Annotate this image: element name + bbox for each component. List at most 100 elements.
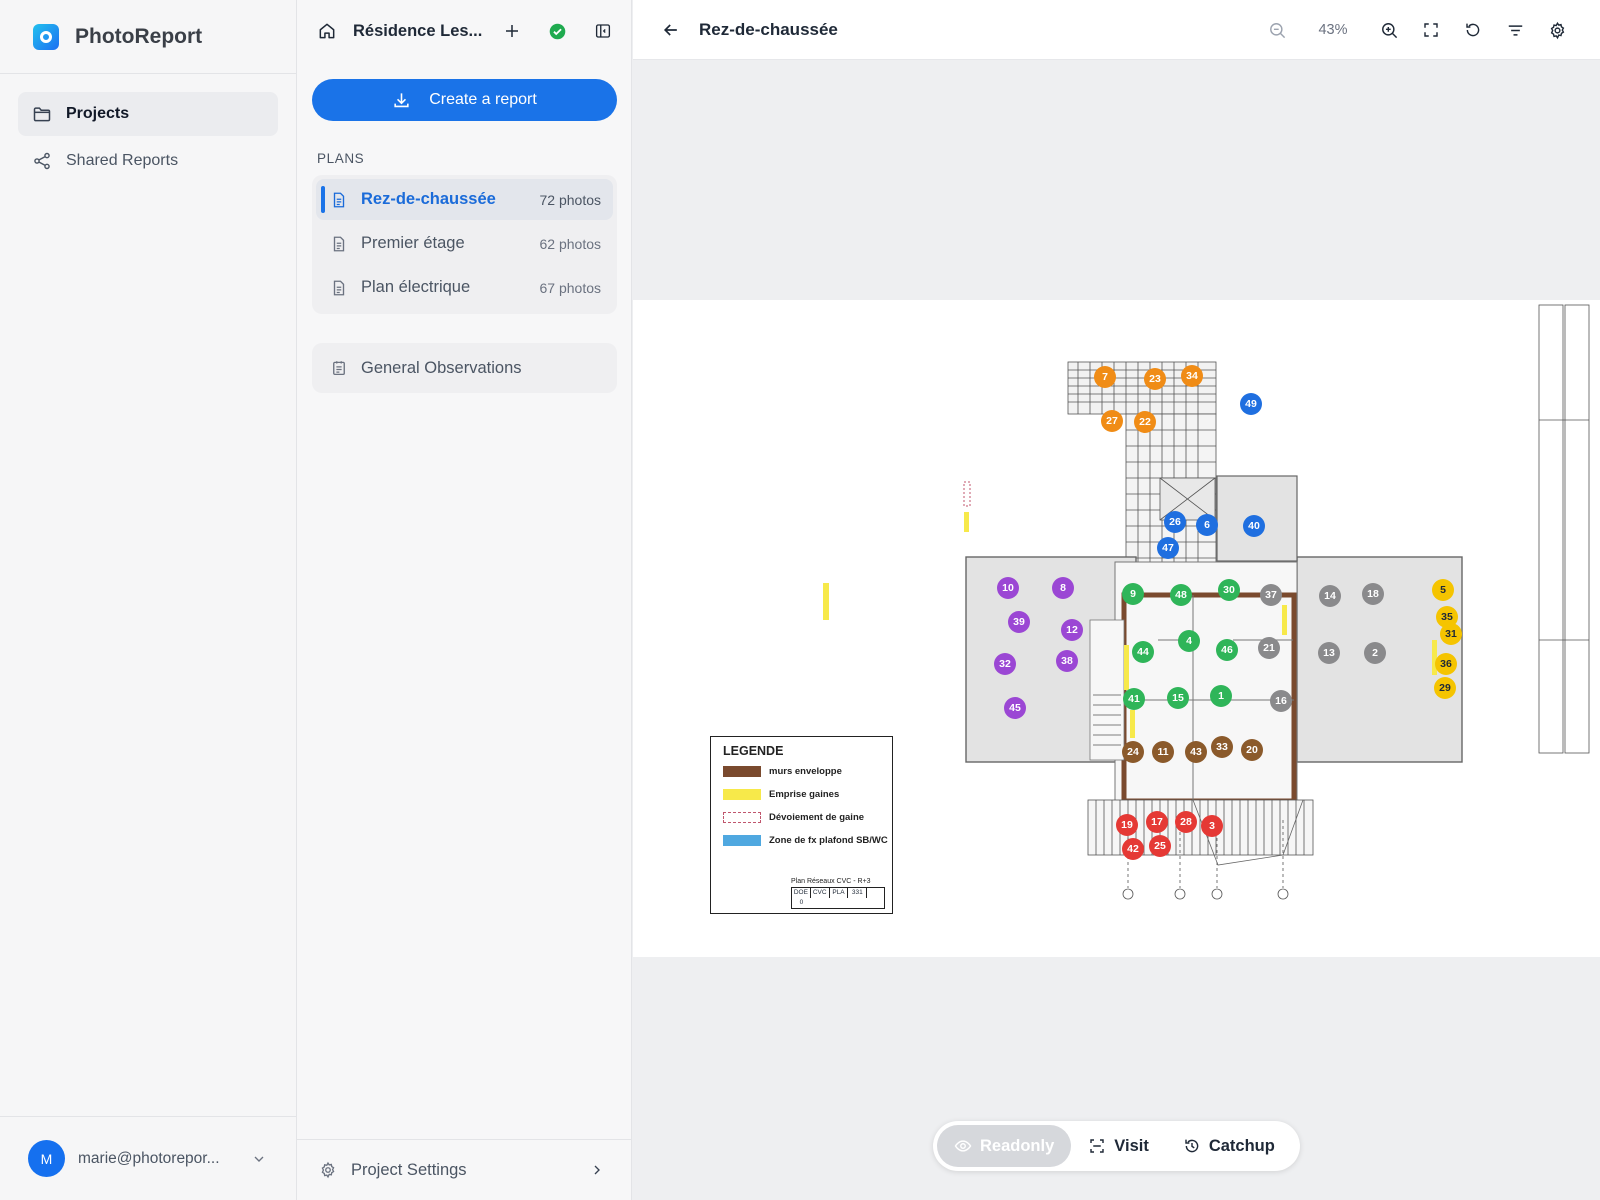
avatar: M: [28, 1140, 65, 1177]
photo-marker[interactable]: 8: [1052, 577, 1074, 599]
mode-visit-button[interactable]: Visit: [1071, 1125, 1166, 1167]
photo-marker[interactable]: 15: [1167, 687, 1189, 709]
create-report-button[interactable]: Create a report: [312, 79, 617, 121]
brand[interactable]: PhotoReport: [0, 0, 296, 74]
photo-marker[interactable]: 24: [1122, 741, 1144, 763]
photo-marker[interactable]: 11: [1152, 741, 1174, 763]
photo-marker[interactable]: 39: [1008, 611, 1030, 633]
mode-label: Readonly: [980, 1136, 1055, 1155]
plan-title: Rez-de-chaussée: [699, 19, 838, 39]
folder-icon: [33, 107, 51, 122]
photo-marker[interactable]: 42: [1122, 838, 1144, 860]
photo-marker[interactable]: 17: [1146, 811, 1168, 833]
project-settings-button[interactable]: Project Settings: [297, 1139, 631, 1200]
add-icon[interactable]: [503, 22, 521, 40]
rotate-icon[interactable]: [1452, 9, 1494, 51]
photo-marker[interactable]: 46: [1216, 639, 1238, 661]
legend-cartouche-title: Plan Réseaux CVC - R+3: [791, 878, 871, 885]
zoom-out-icon[interactable]: [1256, 9, 1298, 51]
photo-marker[interactable]: 37: [1260, 584, 1282, 606]
photo-marker[interactable]: 12: [1061, 619, 1083, 641]
legend-label: Zone de fx plafond SB/WC: [769, 835, 888, 846]
photo-marker[interactable]: 25: [1149, 835, 1171, 857]
back-arrow-icon[interactable]: [661, 20, 681, 40]
mode-readonly-button[interactable]: Readonly: [937, 1125, 1072, 1167]
photo-marker[interactable]: 5: [1432, 579, 1454, 601]
photo-marker[interactable]: 10: [997, 577, 1019, 599]
photo-marker[interactable]: 44: [1132, 641, 1154, 663]
photo-marker[interactable]: 4: [1178, 630, 1200, 652]
cartouche-cell: CVC: [811, 888, 830, 898]
cartouche-cell: 331: [848, 888, 868, 898]
viewer-tools: 43%: [1256, 0, 1578, 60]
photo-marker[interactable]: 47: [1157, 537, 1179, 559]
photo-marker[interactable]: 48: [1170, 584, 1192, 606]
nav-item-shared-reports[interactable]: Shared Reports: [18, 139, 278, 183]
photo-marker[interactable]: 43: [1185, 741, 1207, 763]
plan-photo-count: 67 photos: [539, 279, 602, 296]
legend-label: Dévoiement de gaine: [769, 812, 865, 823]
settings-gear-icon[interactable]: [1536, 9, 1578, 51]
photo-marker[interactable]: 2: [1364, 642, 1386, 664]
photo-marker[interactable]: 14: [1319, 585, 1341, 607]
legend-label: Emprise gaines: [769, 789, 840, 800]
cartouche-cell: DOE: [792, 888, 811, 898]
plan-photo-count: 62 photos: [539, 235, 602, 252]
project-settings-label: Project Settings: [351, 1160, 467, 1179]
photo-marker[interactable]: 29: [1434, 677, 1456, 699]
user-menu[interactable]: M marie@photorepor...: [0, 1116, 296, 1200]
photo-marker[interactable]: 38: [1056, 650, 1078, 672]
photo-marker[interactable]: 20: [1241, 739, 1263, 761]
photo-marker[interactable]: 31: [1440, 623, 1462, 645]
plan-item-plan-electrique[interactable]: Plan électrique 67 photos: [316, 267, 613, 308]
photo-marker[interactable]: 18: [1362, 583, 1384, 605]
photo-marker[interactable]: 9: [1122, 583, 1144, 605]
nav-item-label: Projects: [66, 105, 130, 122]
photo-marker[interactable]: 13: [1318, 642, 1340, 664]
legend-label: murs enveloppe: [769, 766, 842, 777]
nav-item-projects[interactable]: Projects: [18, 92, 278, 136]
create-report-label: Create a report: [429, 91, 537, 108]
home-icon[interactable]: [317, 21, 337, 41]
plan-item-premier-etage[interactable]: Premier étage 62 photos: [316, 223, 613, 264]
photo-marker[interactable]: 19: [1116, 814, 1138, 836]
filter-icon[interactable]: [1494, 9, 1536, 51]
photo-marker[interactable]: 32: [994, 653, 1016, 675]
photo-marker[interactable]: 27: [1101, 410, 1123, 432]
photo-marker[interactable]: 21: [1258, 637, 1280, 659]
photo-marker[interactable]: 7: [1094, 366, 1116, 388]
photo-marker[interactable]: 16: [1270, 690, 1292, 712]
plan-name: Plan électrique: [361, 278, 471, 296]
fullscreen-icon[interactable]: [1410, 9, 1452, 51]
photo-marker[interactable]: 36: [1435, 653, 1457, 675]
photo-marker[interactable]: 26: [1164, 511, 1186, 533]
photo-marker[interactable]: 6: [1196, 514, 1218, 536]
photo-marker[interactable]: 3: [1201, 815, 1223, 837]
mode-switcher: Readonly Visit Catchup: [933, 1121, 1300, 1171]
nav-item-label: Shared Reports: [66, 152, 179, 169]
photo-marker[interactable]: 28: [1175, 811, 1197, 833]
photo-marker[interactable]: 23: [1144, 368, 1166, 390]
photo-marker[interactable]: 22: [1134, 411, 1156, 433]
general-observations-button[interactable]: General Observations: [312, 343, 617, 393]
photo-marker[interactable]: 41: [1123, 688, 1145, 710]
photo-marker[interactable]: 1: [1210, 685, 1232, 707]
project-name[interactable]: Résidence Les...: [353, 22, 483, 41]
photo-marker[interactable]: 45: [1004, 697, 1026, 719]
legend-swatch: [723, 789, 761, 800]
photo-marker[interactable]: 30: [1218, 579, 1240, 601]
project-header: Résidence Les...: [297, 0, 631, 62]
plan-item-rez-de-chaussee[interactable]: Rez-de-chaussée 72 photos: [316, 179, 613, 220]
general-observations-label: General Observations: [361, 358, 522, 377]
photo-marker[interactable]: 34: [1181, 365, 1203, 387]
legend-swatch: [723, 766, 761, 777]
zoom-in-icon[interactable]: [1368, 9, 1410, 51]
mode-catchup-button[interactable]: Catchup: [1166, 1125, 1292, 1167]
document-icon: [333, 192, 345, 207]
photo-marker[interactable]: 49: [1240, 393, 1262, 415]
photo-marker[interactable]: 40: [1243, 515, 1265, 537]
plan-sheet[interactable]: LEGENDE murs enveloppe Emprise gaines Dé…: [633, 300, 1600, 957]
app-name: PhotoReport: [75, 24, 203, 48]
photo-marker[interactable]: 33: [1211, 736, 1233, 758]
collapse-panel-icon[interactable]: [594, 22, 612, 40]
